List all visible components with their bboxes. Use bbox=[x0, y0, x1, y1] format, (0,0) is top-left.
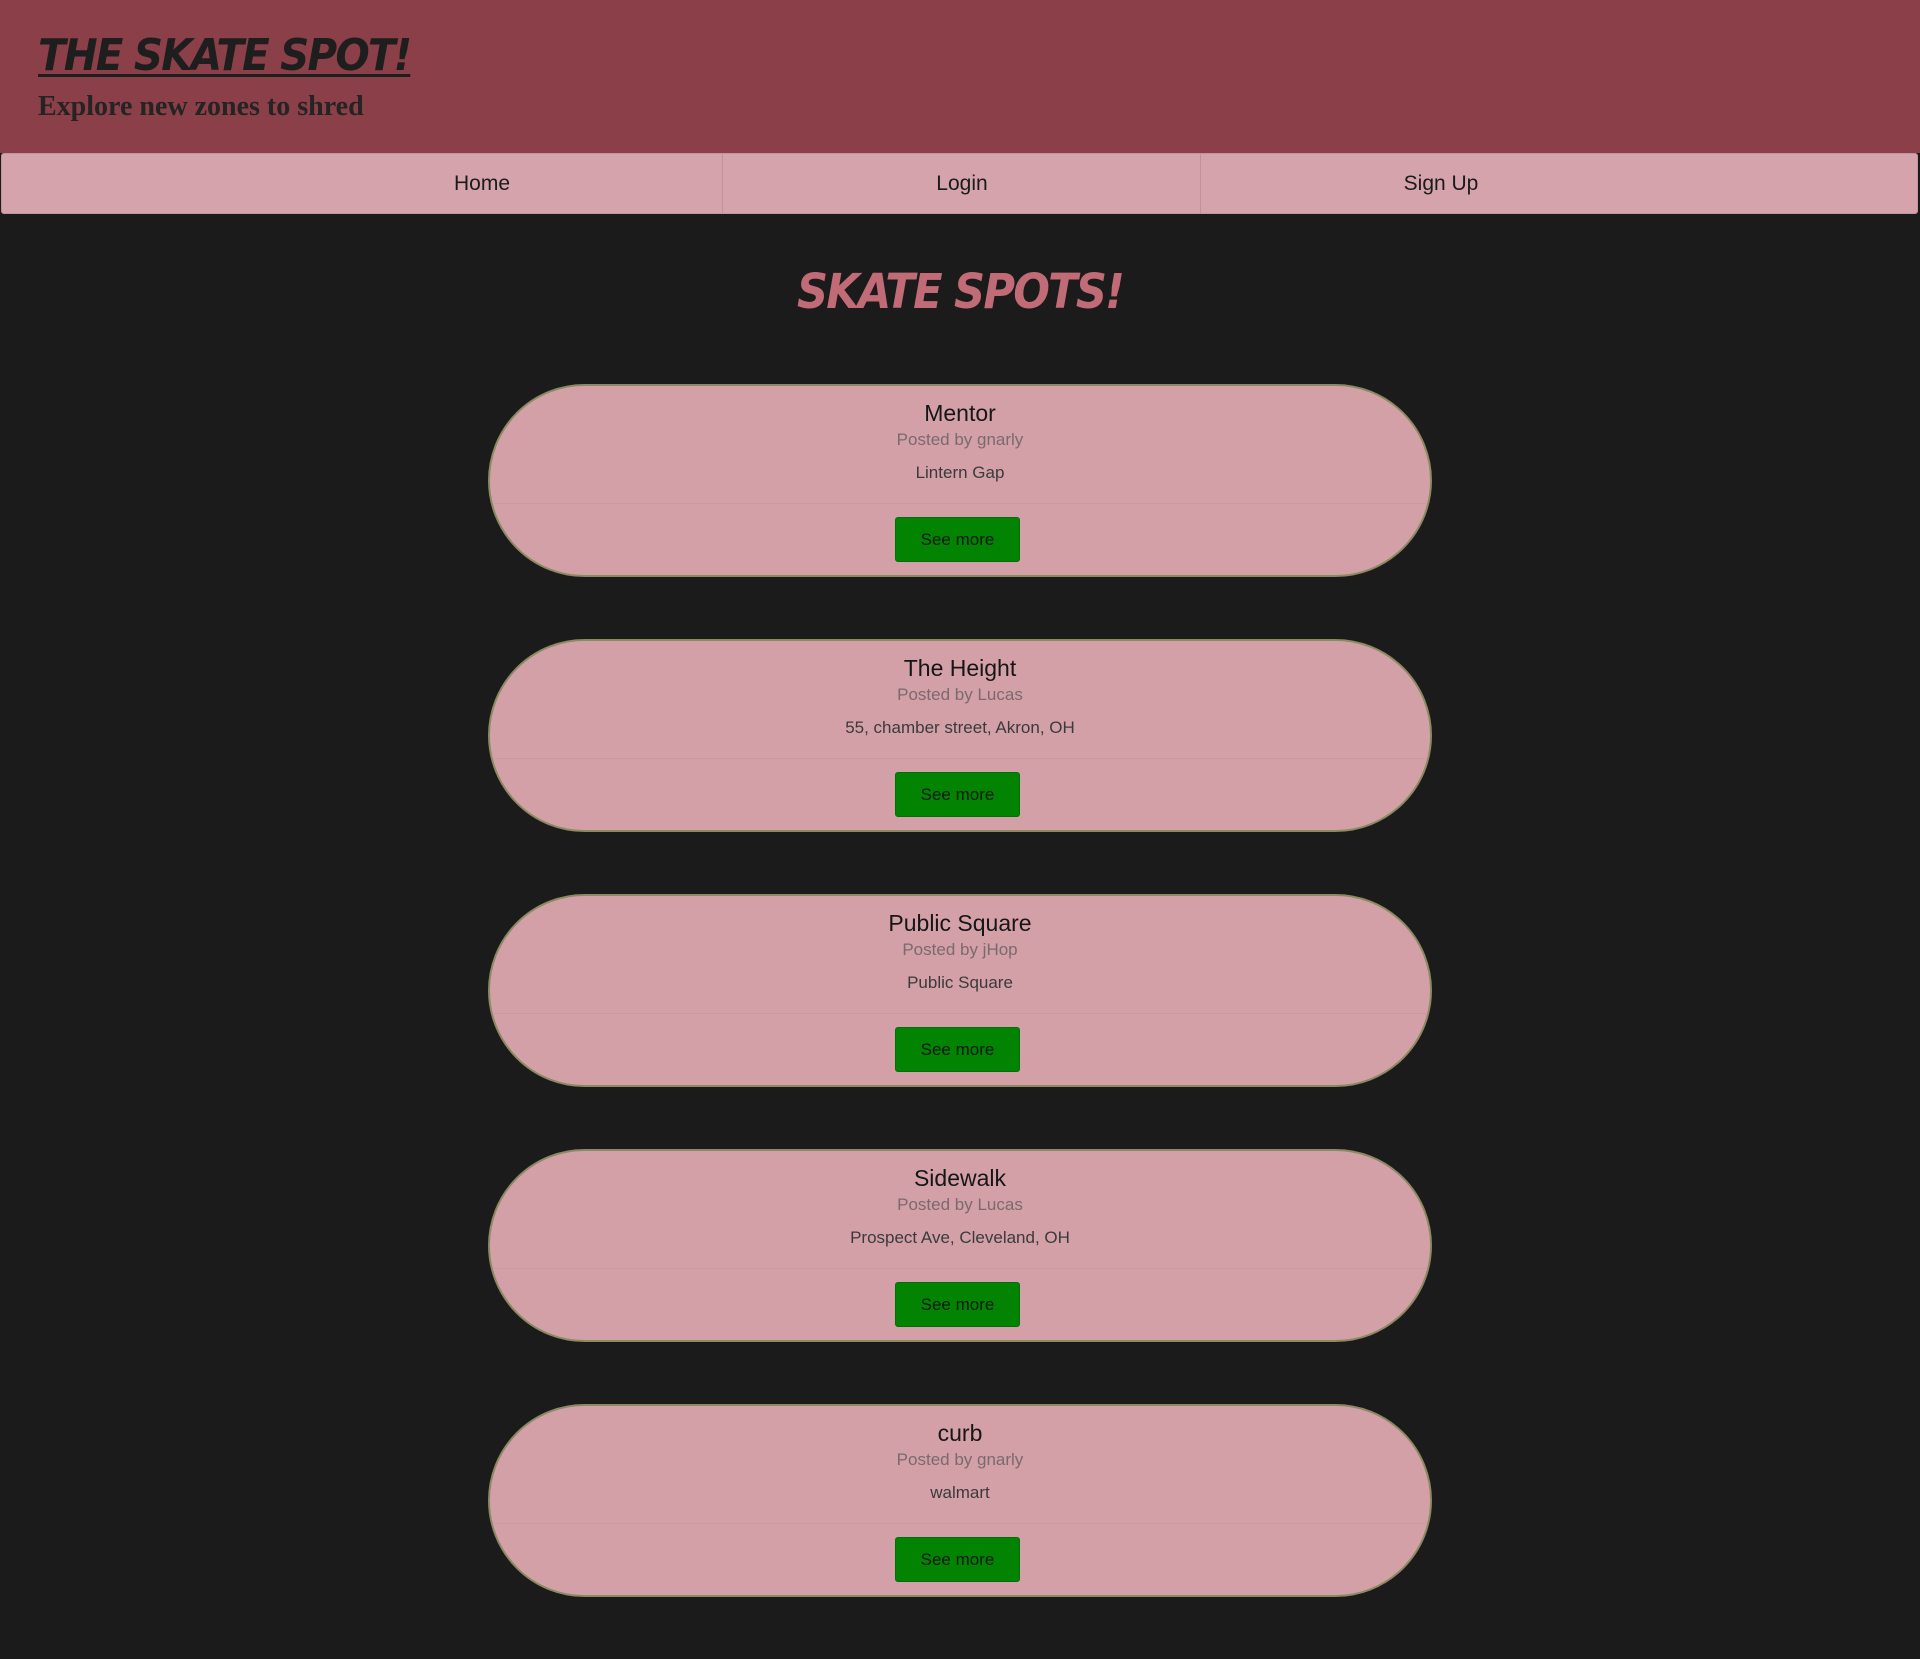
spot-posted-by: Posted by gnarly bbox=[896, 1450, 1024, 1469]
spot-card-body: Mentor Posted by gnarly Lintern Gap bbox=[490, 386, 1430, 504]
nav-item-login[interactable]: Login bbox=[722, 154, 1201, 213]
spot-location: walmart bbox=[930, 1483, 990, 1502]
see-more-button[interactable]: See more bbox=[895, 1027, 1020, 1072]
spot-card: Public Square Posted by jHop Public Squa… bbox=[488, 894, 1432, 1087]
spot-posted-by: Posted by Lucas bbox=[897, 1195, 1023, 1214]
see-more-button[interactable]: See more bbox=[895, 1537, 1020, 1582]
spot-location: Prospect Ave, Cleveland, OH bbox=[850, 1228, 1070, 1247]
spot-card-body: curb Posted by gnarly walmart bbox=[490, 1406, 1430, 1524]
spot-card-body: Public Square Posted by jHop Public Squa… bbox=[490, 896, 1430, 1014]
spot-name: Public Square bbox=[888, 910, 1032, 936]
spot-location: 55, chamber street, Akron, OH bbox=[845, 718, 1075, 737]
spot-list: Mentor Posted by gnarly Lintern Gap See … bbox=[488, 384, 1432, 1659]
main-nav: Home Login Sign Up bbox=[1, 153, 1918, 214]
spot-location: Lintern Gap bbox=[915, 463, 1005, 482]
spot-name: Sidewalk bbox=[913, 1165, 1007, 1191]
spot-posted-by: Posted by gnarly bbox=[896, 430, 1024, 449]
spot-card: Sidewalk Posted by Lucas Prospect Ave, C… bbox=[488, 1149, 1432, 1342]
nav-item-sign-up[interactable]: Sign Up bbox=[1200, 154, 1681, 213]
spot-posted-by: Posted by jHop bbox=[902, 940, 1018, 959]
spot-posted-by: Posted by Lucas bbox=[897, 685, 1023, 704]
spot-card: curb Posted by gnarly walmart See more bbox=[488, 1404, 1432, 1597]
see-more-button[interactable]: See more bbox=[895, 772, 1020, 817]
spot-location: Public Square bbox=[907, 973, 1013, 992]
see-more-button[interactable]: See more bbox=[895, 517, 1020, 562]
spot-card: The Height Posted by Lucas 55, chamber s… bbox=[488, 639, 1432, 832]
site-title[interactable]: THE SKATE SPOT! bbox=[38, 28, 412, 84]
spot-card: Mentor Posted by gnarly Lintern Gap See … bbox=[488, 384, 1432, 577]
see-more-button[interactable]: See more bbox=[895, 1282, 1020, 1327]
spot-name: curb bbox=[937, 1420, 983, 1446]
nav-item-home[interactable]: Home bbox=[242, 154, 722, 213]
spot-name: Mentor bbox=[924, 400, 996, 426]
spot-card-body: The Height Posted by Lucas 55, chamber s… bbox=[490, 641, 1430, 759]
site-tagline: Explore new zones to shred bbox=[38, 91, 364, 122]
spot-card-body: Sidewalk Posted by Lucas Prospect Ave, C… bbox=[490, 1151, 1430, 1269]
site-header: THE SKATE SPOT! Explore new zones to shr… bbox=[0, 0, 1920, 153]
spot-name: The Height bbox=[903, 655, 1017, 681]
page-title: SKATE SPOTS! bbox=[796, 264, 1125, 320]
